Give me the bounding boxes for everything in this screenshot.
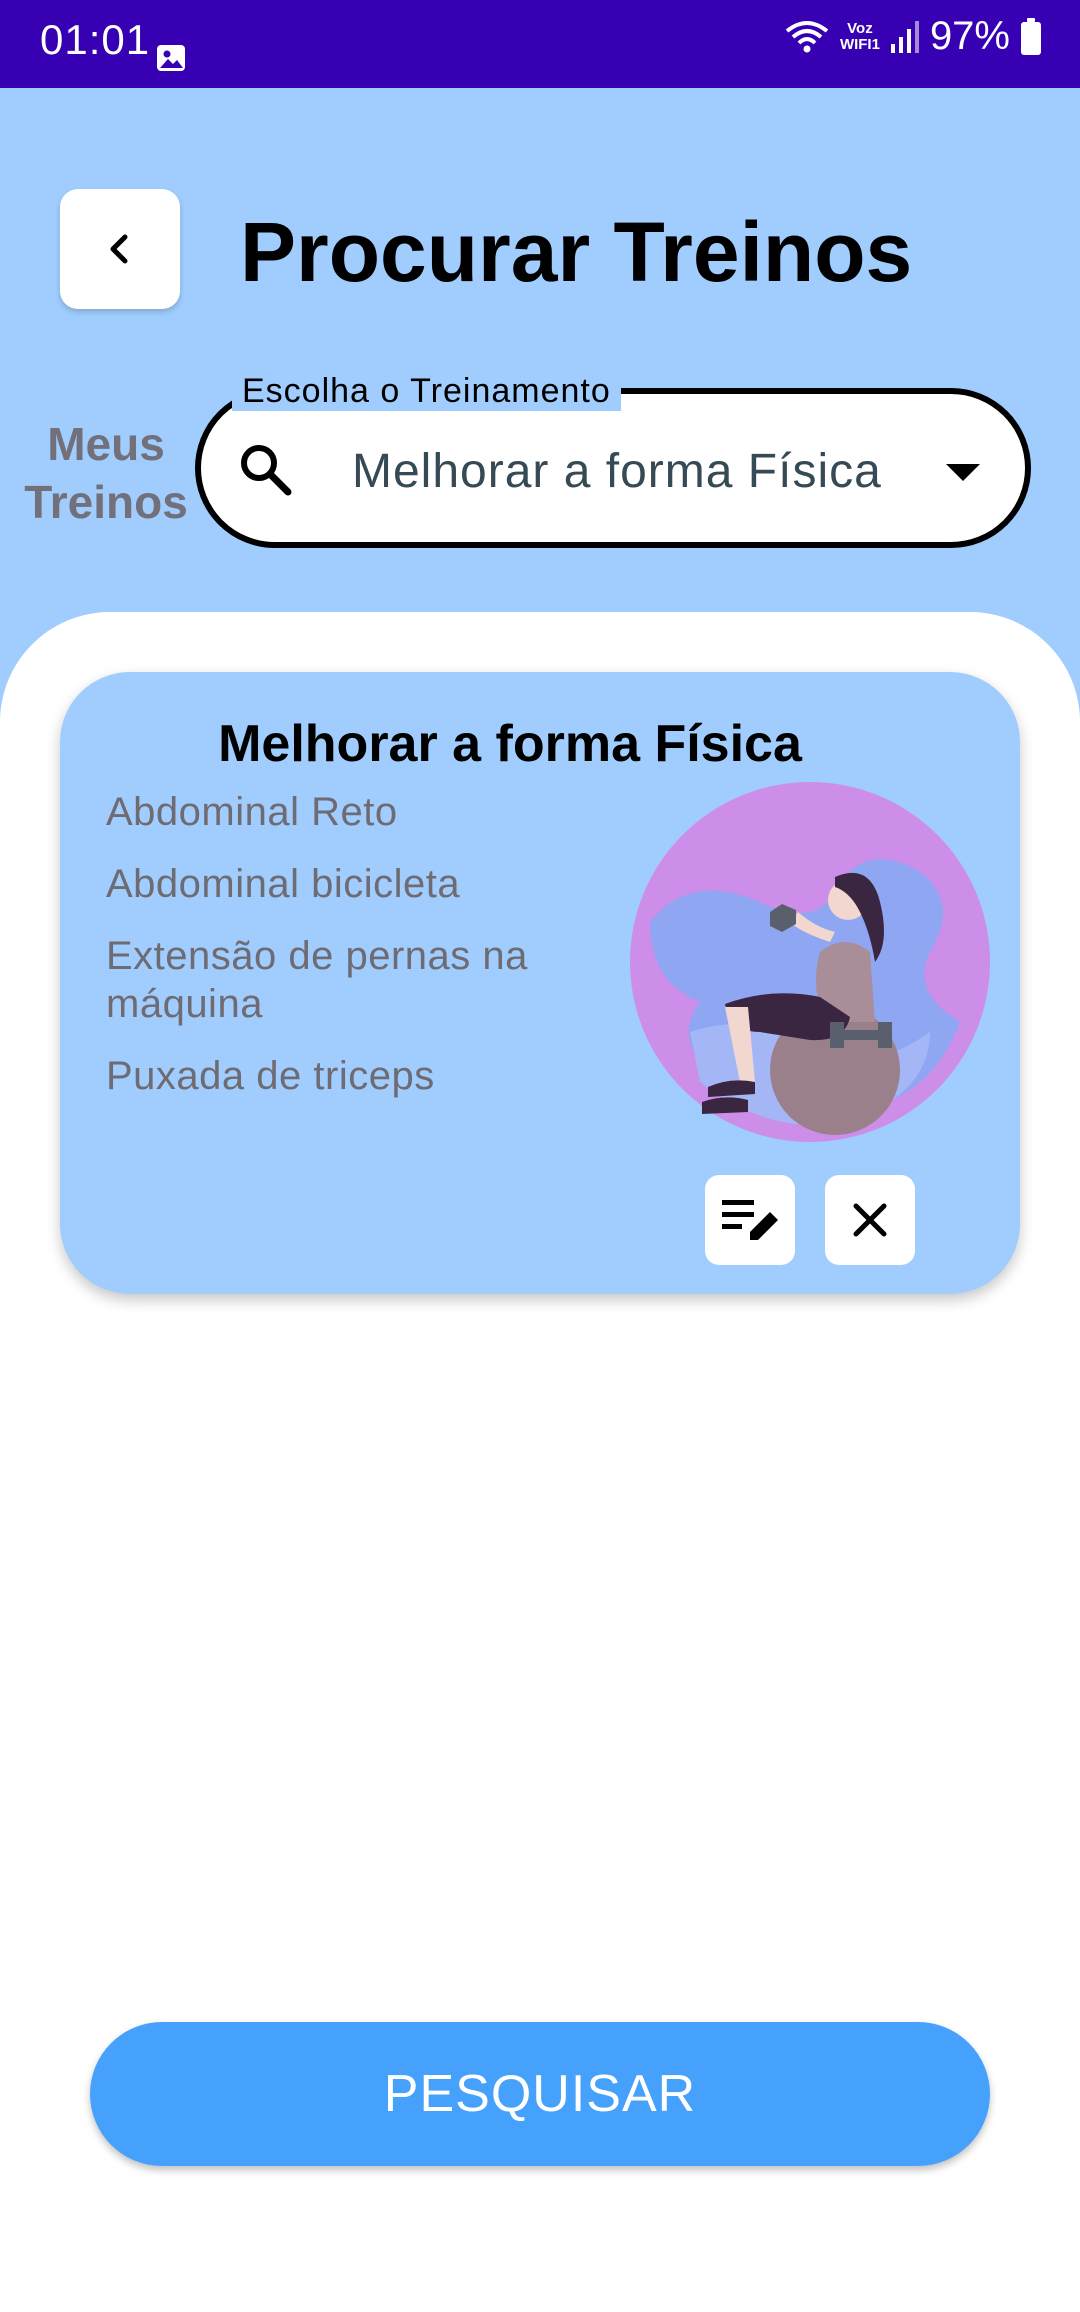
- fitness-woman-illustration: [630, 782, 990, 1142]
- search-icon: [241, 445, 292, 496]
- status-icons: Voz WIFI1 97%: [784, 14, 1042, 59]
- workout-card-title: Melhorar a forma Física: [218, 715, 802, 773]
- caret-down-icon[interactable]: [946, 464, 980, 481]
- chevron-left-icon: [110, 234, 128, 264]
- my-workouts-label-line2: Treinos: [24, 476, 188, 528]
- page-title: Procurar Treinos: [240, 205, 913, 299]
- exercise-list: Abdominal Reto Abdominal bicicleta Exten…: [106, 788, 666, 1124]
- my-workouts-label[interactable]: Meus Treinos: [22, 415, 190, 531]
- training-select-value[interactable]: Melhorar a forma Física: [352, 444, 882, 499]
- close-icon: [853, 1203, 887, 1237]
- exercise-item: Abdominal Reto: [106, 790, 398, 834]
- voz-label: Voz: [847, 19, 873, 37]
- edit-list-icon: [722, 1200, 778, 1240]
- delete-button[interactable]: [825, 1175, 915, 1265]
- battery-icon: [1021, 17, 1041, 55]
- edit-button[interactable]: [705, 1175, 795, 1265]
- battery-percent: 97%: [929, 14, 1010, 58]
- training-select-label: Escolha o Treinamento: [232, 372, 621, 411]
- status-time: 01:01: [40, 16, 151, 63]
- voz-wifi-indicator: Voz WIFI1: [839, 19, 880, 53]
- back-button[interactable]: [60, 189, 180, 309]
- search-button[interactable]: PESQUISAR: [90, 2022, 990, 2166]
- my-workouts-label-line1: Meus: [47, 418, 165, 470]
- workout-card[interactable]: Melhorar a forma Física Abdominal Reto A…: [60, 672, 1020, 1294]
- status-bar: 01:01 Voz WIFI1 97%: [0, 0, 1080, 88]
- wifi-icon: [785, 20, 829, 52]
- wifi1-label: WIFI1: [839, 35, 880, 53]
- gallery-icon: [157, 45, 185, 71]
- signal-icon: [890, 20, 919, 53]
- exercise-item: Puxada de triceps: [106, 1054, 435, 1098]
- exercise-item: Extensão de pernas na máquina: [106, 934, 528, 1026]
- exercise-item: Abdominal bicicleta: [106, 862, 461, 906]
